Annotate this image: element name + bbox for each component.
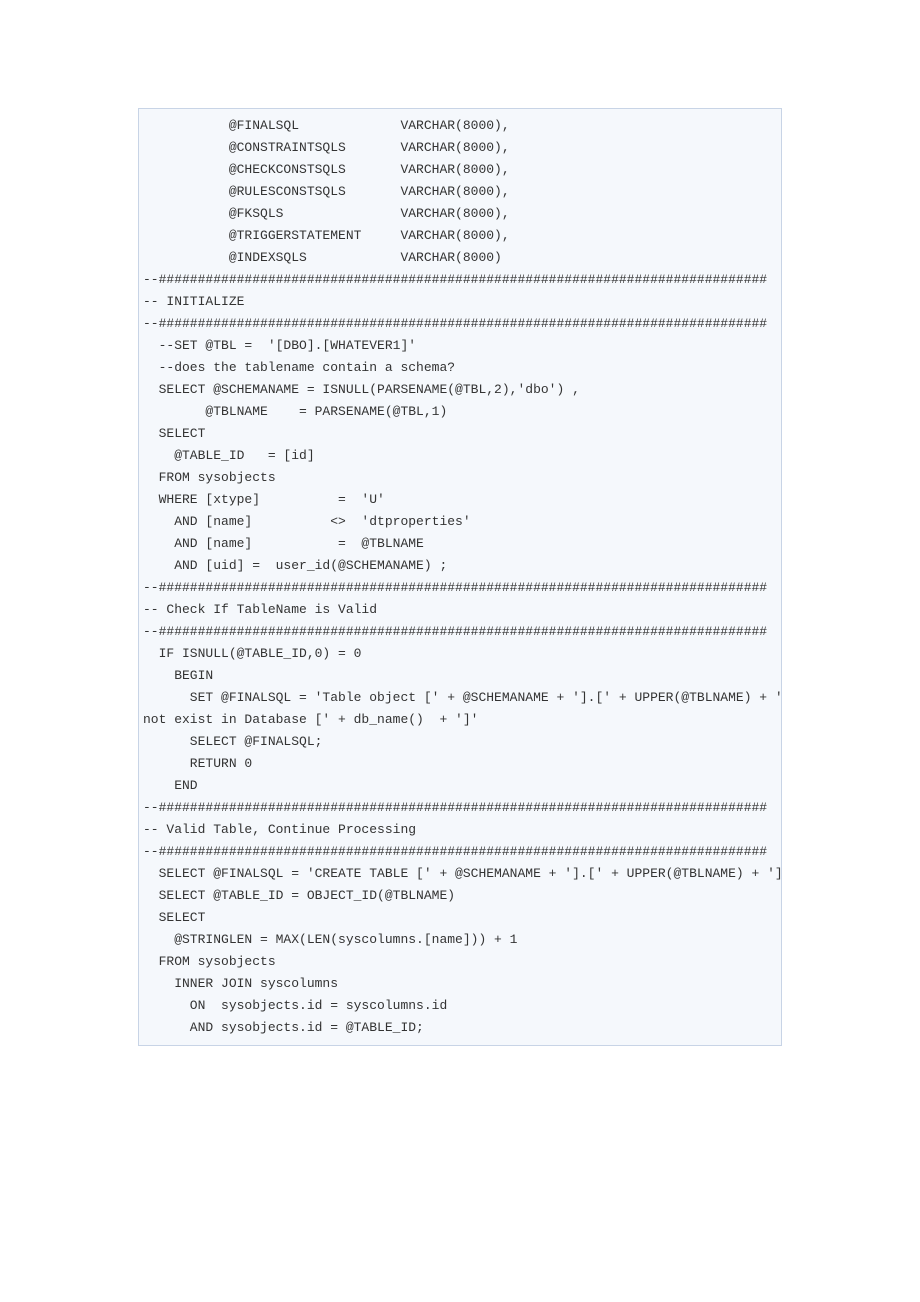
code-line: RETURN 0 bbox=[139, 753, 781, 775]
code-line: @TABLE_ID = [id] bbox=[139, 445, 781, 467]
code-line: @CONSTRAINTSQLS VARCHAR(8000), bbox=[139, 137, 781, 159]
code-line: -- Check If TableName is Valid bbox=[139, 599, 781, 621]
code-line: BEGIN bbox=[139, 665, 781, 687]
code-line: SELECT @SCHEMANAME = ISNULL(PARSENAME(@T… bbox=[139, 379, 781, 401]
code-line: ON sysobjects.id = syscolumns.id bbox=[139, 995, 781, 1017]
code-line: --######################################… bbox=[139, 621, 781, 643]
code-line: IF ISNULL(@TABLE_ID,0) = 0 bbox=[139, 643, 781, 665]
code-line: --SET @TBL = '[DBO].[WHATEVER1]' bbox=[139, 335, 781, 357]
code-line: @TRIGGERSTATEMENT VARCHAR(8000), bbox=[139, 225, 781, 247]
code-line: --######################################… bbox=[139, 313, 781, 335]
code-line: AND [name] = @TBLNAME bbox=[139, 533, 781, 555]
code-line: SELECT @FINALSQL; bbox=[139, 731, 781, 753]
code-line: SELECT bbox=[139, 423, 781, 445]
code-line: AND [name] <> 'dtproperties' bbox=[139, 511, 781, 533]
code-line: --######################################… bbox=[139, 797, 781, 819]
code-line: SELECT @TABLE_ID = OBJECT_ID(@TBLNAME) bbox=[139, 885, 781, 907]
code-line: AND sysobjects.id = @TABLE_ID; bbox=[139, 1017, 781, 1039]
code-line: --######################################… bbox=[139, 577, 781, 599]
code-line: @INDEXSQLS VARCHAR(8000) bbox=[139, 247, 781, 269]
code-block: @FINALSQL VARCHAR(8000), @CONSTRAINTSQLS… bbox=[138, 108, 782, 1046]
code-line: FROM sysobjects bbox=[139, 951, 781, 973]
code-line: --does the tablename contain a schema? bbox=[139, 357, 781, 379]
code-line: @FKSQLS VARCHAR(8000), bbox=[139, 203, 781, 225]
code-line: AND [uid] = user_id(@SCHEMANAME) ; bbox=[139, 555, 781, 577]
code-line: SELECT @FINALSQL = 'CREATE TABLE [' + @S… bbox=[139, 863, 781, 885]
code-line: -- Valid Table, Continue Processing bbox=[139, 819, 781, 841]
code-line: FROM sysobjects bbox=[139, 467, 781, 489]
code-line: --######################################… bbox=[139, 841, 781, 863]
code-line: @STRINGLEN = MAX(LEN(syscolumns.[name]))… bbox=[139, 929, 781, 951]
page: @FINALSQL VARCHAR(8000), @CONSTRAINTSQLS… bbox=[0, 0, 920, 1126]
code-line: SELECT bbox=[139, 907, 781, 929]
code-line: not exist in Database [' + db_name() + '… bbox=[139, 709, 781, 731]
code-line: @FINALSQL VARCHAR(8000), bbox=[139, 115, 781, 137]
code-line: INNER JOIN syscolumns bbox=[139, 973, 781, 995]
code-line: --######################################… bbox=[139, 269, 781, 291]
code-line: @RULESCONSTSQLS VARCHAR(8000), bbox=[139, 181, 781, 203]
code-line: END bbox=[139, 775, 781, 797]
code-line: -- INITIALIZE bbox=[139, 291, 781, 313]
code-line: @TBLNAME = PARSENAME(@TBL,1) bbox=[139, 401, 781, 423]
code-line: WHERE [xtype] = 'U' bbox=[139, 489, 781, 511]
code-line: @CHECKCONSTSQLS VARCHAR(8000), bbox=[139, 159, 781, 181]
code-line: SET @FINALSQL = 'Table object [' + @SCHE… bbox=[139, 687, 781, 709]
